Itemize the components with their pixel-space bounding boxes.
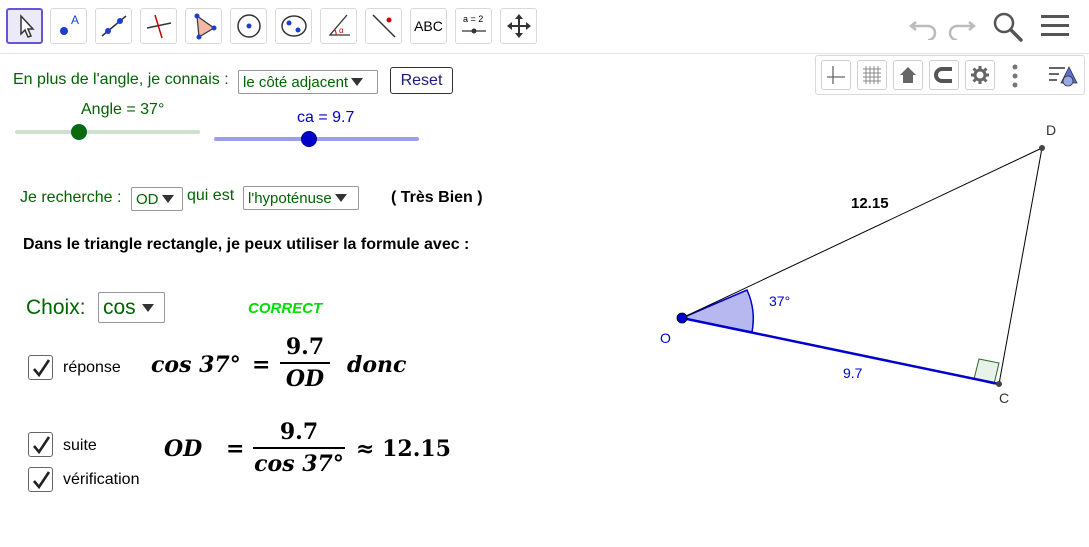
opposite-segment xyxy=(998,147,1043,385)
point-d-label: D xyxy=(1046,122,1056,138)
point-o-label: O xyxy=(660,330,671,346)
hypotenuse-segment xyxy=(681,147,1043,319)
angle-value-label: 37° xyxy=(769,293,790,309)
point-o[interactable] xyxy=(676,312,688,324)
point-d[interactable] xyxy=(1039,145,1045,151)
point-c-label: C xyxy=(999,390,1009,406)
hypotenuse-length-label: 12.15 xyxy=(851,195,889,212)
point-c[interactable] xyxy=(996,381,1002,387)
adjacent-segment xyxy=(681,316,1000,386)
graphics-view: O C D 12.15 9.7 37° xyxy=(660,122,1056,406)
adjacent-length-label: 9.7 xyxy=(843,365,863,381)
